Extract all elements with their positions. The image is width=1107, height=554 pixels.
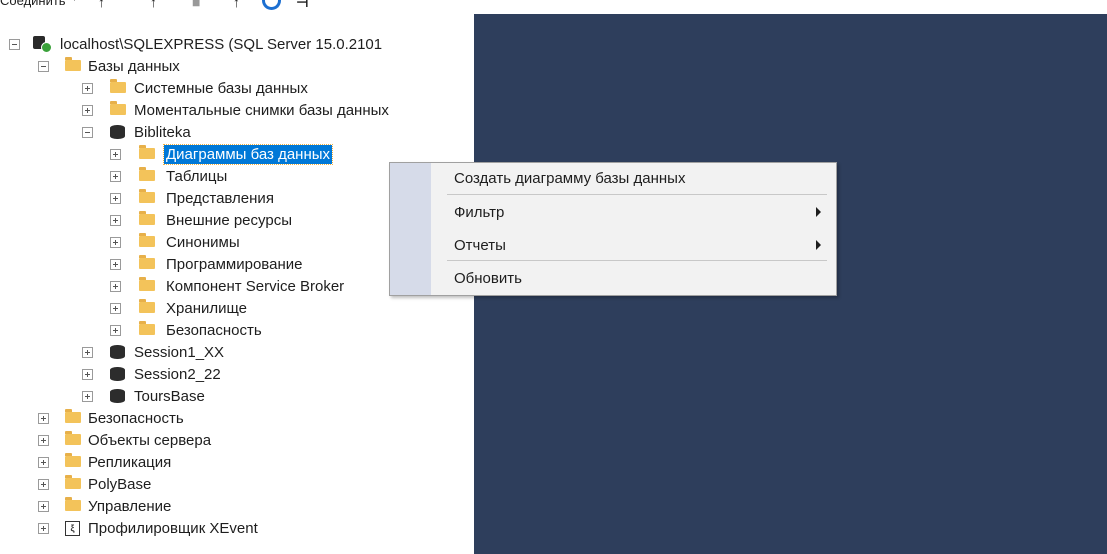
expand-icon[interactable] <box>82 83 93 94</box>
expand-icon[interactable] <box>82 347 93 358</box>
expand-icon[interactable] <box>82 391 93 402</box>
tree-node-label: Внешние ресурсы <box>166 212 292 229</box>
expand-icon[interactable] <box>110 193 121 204</box>
expand-icon[interactable] <box>110 237 121 248</box>
menu-separator <box>447 194 827 195</box>
expand-icon[interactable] <box>82 369 93 380</box>
tree-node-label: Системные базы данных <box>134 80 308 97</box>
expand-icon[interactable] <box>110 281 121 292</box>
tree-node-label: Диаграммы баз данных <box>162 144 334 165</box>
connect-filter-icon[interactable]: ↑ <box>98 0 105 10</box>
menu-item-create-diagram[interactable]: Создать диаграмму базы данных <box>431 166 835 192</box>
menu-item-label: Создать диаграмму базы данных <box>454 170 686 187</box>
folder-icon <box>65 57 81 71</box>
folder-icon <box>139 233 155 247</box>
server-connected-icon <box>33 36 52 53</box>
folder-icon <box>65 475 81 489</box>
disconnect-icon[interactable]: ↑ <box>150 0 157 10</box>
tree-node-label: Таблицы <box>166 168 228 185</box>
object-explorer-toolbar: Соединить ▾ ↑ ↑ ■ ↑ ⊣ <box>0 0 474 14</box>
expand-icon[interactable] <box>110 215 121 226</box>
tree-node-label: Базы данных <box>88 58 180 75</box>
refresh-icon[interactable] <box>262 0 281 10</box>
folder-icon <box>65 409 81 423</box>
tree-node-label: Bibliteka <box>134 124 191 141</box>
folder-icon <box>139 299 155 313</box>
expand-icon[interactable] <box>38 457 49 468</box>
database-icon <box>110 389 125 403</box>
chevron-down-icon[interactable]: ▾ <box>72 0 77 4</box>
tree-node-label: Session1_XX <box>134 344 225 361</box>
database-icon <box>110 345 125 359</box>
menu-item-label: Обновить <box>454 270 522 287</box>
folder-icon <box>139 189 155 203</box>
xevent-profiler-icon: ξ <box>65 521 80 536</box>
menu-item-label: Отчеты <box>454 237 506 254</box>
expand-icon[interactable] <box>38 523 49 534</box>
folder-icon <box>139 321 155 335</box>
folder-icon <box>139 255 155 269</box>
submenu-arrow-icon <box>816 240 821 250</box>
database-icon <box>110 125 125 139</box>
connect-button[interactable]: Соединить <box>0 0 66 8</box>
top-strip <box>474 0 1107 14</box>
expand-icon[interactable] <box>38 413 49 424</box>
expand-icon[interactable] <box>110 149 121 160</box>
collapse-icon[interactable] <box>38 61 49 72</box>
tree-node-label: Объекты сервера <box>88 432 212 449</box>
folder-icon <box>139 211 155 225</box>
menu-item-label: Фильтр <box>454 204 505 221</box>
tree-node-label: Компонент Service Broker <box>166 278 345 295</box>
expand-icon[interactable] <box>110 259 121 270</box>
folder-icon <box>65 431 81 445</box>
expand-icon[interactable] <box>38 435 49 446</box>
tree-node-label: Представления <box>166 190 274 207</box>
tree-node-label: Session2_22 <box>134 366 221 383</box>
folder-icon <box>65 453 81 467</box>
folder-icon <box>139 277 155 291</box>
database-icon <box>110 367 125 381</box>
tree-node-label: Хранилище <box>166 300 247 317</box>
expand-icon[interactable] <box>38 479 49 490</box>
stop-icon[interactable]: ■ <box>192 0 200 10</box>
ssms-window: Соединить ▾ ↑ ↑ ■ ↑ ⊣ localhost\SQLEXPRE… <box>0 0 1107 554</box>
folder-icon <box>139 167 155 181</box>
tree-node-label: Моментальные снимки базы данных <box>134 102 389 119</box>
tree-node-label: Безопасность <box>88 410 184 427</box>
activity-icon[interactable]: ⊣ <box>296 0 309 11</box>
tree-node-label: Профилировщик XEvent <box>88 520 258 537</box>
tree-node-label: Репликация <box>88 454 172 471</box>
tree-node-label: Синонимы <box>166 234 240 251</box>
folder-icon <box>139 145 155 159</box>
folder-icon <box>110 101 126 115</box>
menu-item-reports[interactable]: Отчеты <box>431 233 835 259</box>
filter-icon[interactable]: ↑ <box>233 0 240 10</box>
tree-node-label: localhost\SQLEXPRESS (SQL Server 15.0.21… <box>60 36 383 53</box>
submenu-arrow-icon <box>816 207 821 217</box>
folder-icon <box>110 79 126 93</box>
expand-icon[interactable] <box>38 501 49 512</box>
folder-icon <box>65 497 81 511</box>
expand-icon[interactable] <box>110 303 121 314</box>
menu-item-refresh[interactable]: Обновить <box>431 266 835 292</box>
context-menu: Создать диаграмму базы данных Фильтр Отч… <box>389 162 837 296</box>
tree-node-label: ToursBase <box>134 388 205 405</box>
tree-node-label: Безопасность <box>166 322 262 339</box>
context-menu-icon-gutter <box>390 163 431 295</box>
tree-node-label: Программирование <box>166 256 303 273</box>
menu-separator <box>447 260 827 261</box>
collapse-icon[interactable] <box>82 127 93 138</box>
expand-icon[interactable] <box>110 171 121 182</box>
collapse-icon[interactable] <box>9 39 20 50</box>
menu-item-filter[interactable]: Фильтр <box>431 200 835 226</box>
tree-node-label: Управление <box>88 498 172 515</box>
expand-icon[interactable] <box>82 105 93 116</box>
expand-icon[interactable] <box>110 325 121 336</box>
tree-node-label: PolyBase <box>88 476 152 493</box>
